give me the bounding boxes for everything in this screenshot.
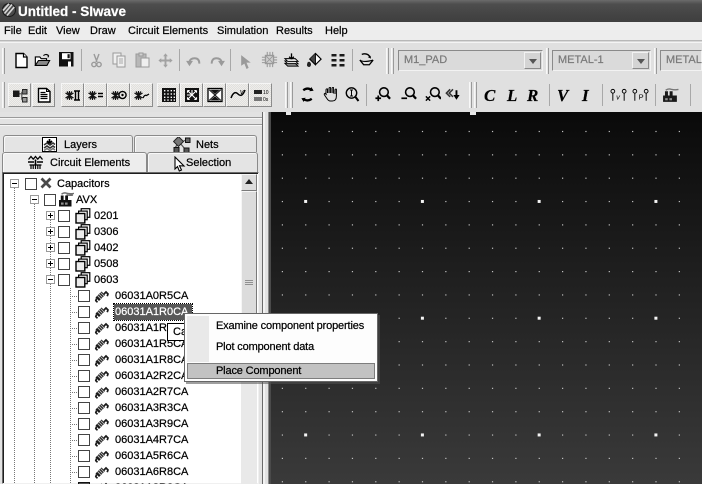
svg-text:v: v (616, 93, 621, 102)
svg-text:0s: 0s (263, 97, 269, 103)
svg-text:10: 10 (263, 90, 269, 96)
svg-text:P: P (639, 93, 644, 102)
svg-text:v: v (240, 89, 244, 96)
